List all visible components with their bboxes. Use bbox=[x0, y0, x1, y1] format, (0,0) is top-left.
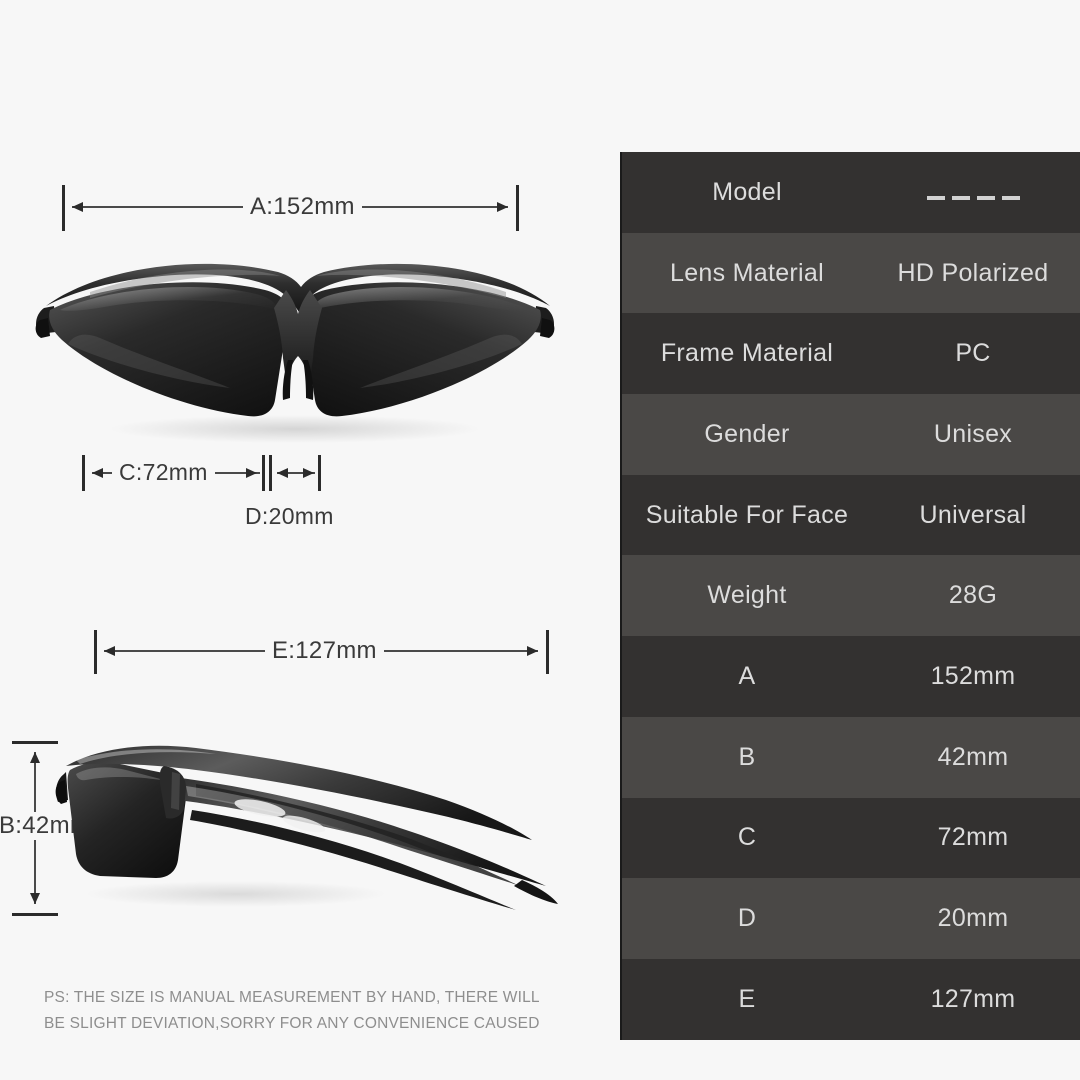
dimension-a-arrow-left bbox=[72, 202, 83, 212]
spec-value: 42mm bbox=[937, 742, 1009, 771]
product-diagram-panel: A:152mm C:72mm D:20mm E:127mm B:42mm PS:… bbox=[0, 0, 615, 1080]
dimension-a-label: A:152mm bbox=[243, 193, 362, 221]
spec-value: 28G bbox=[948, 581, 998, 610]
dimension-c-arrow-right bbox=[246, 468, 257, 478]
dimension-e-arrow-right bbox=[527, 646, 538, 656]
disclaimer-line-1: PS: THE SIZE IS MANUAL MEASUREMENT BY HA… bbox=[44, 989, 540, 1006]
dimension-d-tick-right bbox=[318, 455, 321, 491]
spec-key: Model bbox=[712, 177, 782, 206]
spec-key: B bbox=[738, 742, 756, 771]
table-row: Model bbox=[622, 152, 1080, 233]
spec-key: Frame Material bbox=[660, 339, 834, 368]
spec-key: Gender bbox=[704, 419, 790, 448]
spec-value: Unisex bbox=[933, 419, 1013, 448]
table-row: B 42mm bbox=[622, 716, 1080, 798]
measurement-disclaimer: PS: THE SIZE IS MANUAL MEASUREMENT BY HA… bbox=[44, 985, 574, 1037]
spec-key: E bbox=[738, 984, 756, 1013]
spec-value: Universal bbox=[919, 500, 1027, 529]
dimension-c-tick-left bbox=[82, 455, 85, 491]
dimension-c-arrow-left bbox=[92, 468, 103, 478]
model-dashes-icon bbox=[926, 195, 1020, 200]
dimension-e-tick-left bbox=[94, 630, 97, 674]
dimension-b-arrow-down bbox=[30, 893, 40, 904]
table-row: Lens Material HD Polarized bbox=[622, 232, 1080, 314]
spec-value: PC bbox=[955, 339, 991, 368]
dimension-e-tick-right bbox=[546, 630, 549, 674]
specification-table: Model Lens Material HD Polarized Frame M… bbox=[620, 152, 1080, 1040]
dimension-e-arrow-left bbox=[104, 646, 115, 656]
dimension-c-tick-right bbox=[262, 455, 265, 491]
spec-value: 127mm bbox=[930, 984, 1016, 1013]
dimension-a-arrow-right bbox=[497, 202, 508, 212]
sunglasses-front-view-image bbox=[30, 248, 560, 444]
spec-key: A bbox=[738, 661, 756, 690]
dimension-c-label: C:72mm bbox=[112, 459, 215, 486]
dimension-b-arrow-up bbox=[30, 752, 40, 763]
spec-value-model bbox=[872, 178, 1080, 207]
dimension-a-tick-right bbox=[516, 185, 519, 231]
table-row: Suitable For Face Universal bbox=[622, 474, 1080, 556]
table-row: C 72mm bbox=[622, 797, 1080, 879]
spec-value: 20mm bbox=[937, 904, 1009, 933]
table-row: Weight 28G bbox=[622, 555, 1080, 637]
dimension-d-arrow-right bbox=[303, 468, 314, 478]
dimension-d-label: D:20mm bbox=[238, 503, 341, 530]
dimension-d-arrow-left bbox=[277, 468, 288, 478]
table-row: E 127mm bbox=[622, 958, 1080, 1040]
spec-value: 152mm bbox=[930, 661, 1016, 690]
dimension-d-tick-left bbox=[269, 455, 272, 491]
table-row: Gender Unisex bbox=[622, 394, 1080, 475]
spec-key: Weight bbox=[707, 581, 787, 610]
spec-sheet-page: A:152mm C:72mm D:20mm E:127mm B:42mm PS:… bbox=[0, 0, 1080, 1080]
dimension-e-label: E:127mm bbox=[265, 637, 384, 665]
spec-key: C bbox=[737, 823, 757, 852]
dimension-a-tick-left bbox=[62, 185, 65, 231]
table-row: Frame Material PC bbox=[622, 313, 1080, 395]
disclaimer-line-2: BE SLIGHT DEVIATION,SORRY FOR ANY CONVEN… bbox=[44, 1015, 540, 1032]
sunglasses-side-view-image bbox=[46, 724, 576, 916]
spec-value: HD Polarized bbox=[897, 258, 1049, 287]
spec-value: 72mm bbox=[937, 823, 1009, 852]
spec-key: Lens Material bbox=[670, 258, 824, 287]
spec-key: Suitable For Face bbox=[645, 500, 849, 529]
table-row: A 152mm bbox=[622, 636, 1080, 717]
table-row: D 20mm bbox=[622, 878, 1080, 959]
spec-key: D bbox=[737, 904, 757, 933]
